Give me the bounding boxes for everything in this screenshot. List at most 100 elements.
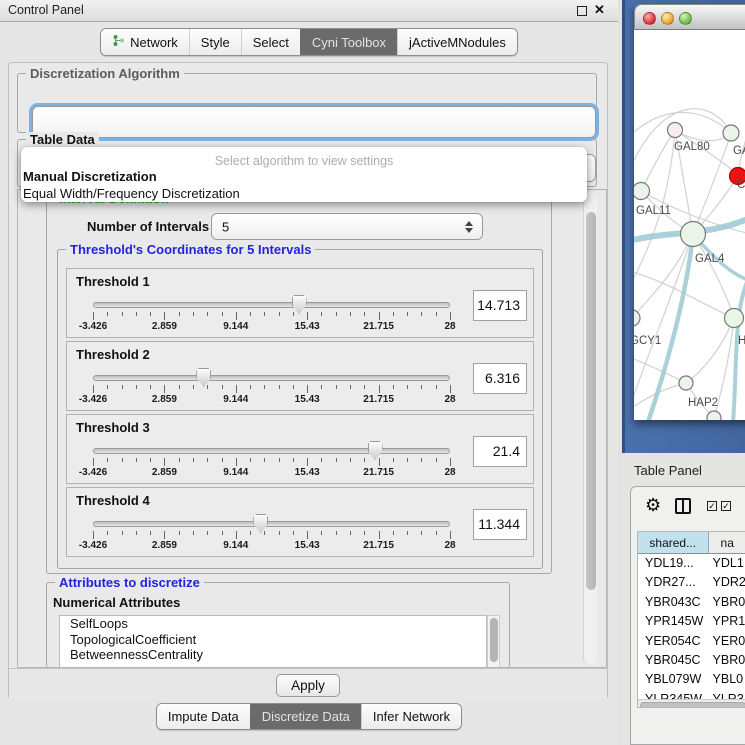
table-cell[interactable]: YPR145W (638, 612, 710, 631)
discretization-algorithm-group-title: Discretization Algorithm (26, 66, 184, 81)
table-cell[interactable]: YBR043C (638, 593, 710, 612)
table-row[interactable]: YBL079WYBL0 (638, 670, 745, 689)
slider-tick-labels: -3.4262.8599.14415.4321.71528 (93, 321, 450, 333)
mac-minimize-button[interactable] (661, 12, 674, 25)
settings-scrollpane: Interval Definition Number of Intervals … (17, 189, 607, 668)
network-node-label: HAP2 (688, 397, 718, 409)
settings-vertical-scrollbar[interactable] (583, 192, 597, 665)
table-row[interactable]: YLR345WYLR3 (638, 690, 745, 699)
tab-label: Cyni Toolbox (312, 35, 386, 50)
slider-track[interactable] (93, 521, 450, 527)
columns-icon[interactable] (675, 498, 691, 514)
network-node[interactable] (679, 376, 693, 390)
table-cell[interactable]: YLR3 (710, 690, 745, 699)
table-cell[interactable]: YBL0 (710, 670, 745, 689)
table-panel-title: Table Panel (634, 463, 702, 478)
tab-discretize-data[interactable]: Discretize Data (250, 704, 361, 729)
table-row[interactable]: YDR27...YDR2 (638, 573, 745, 592)
table-horizontal-scrollbar[interactable] (638, 699, 745, 708)
table-cell[interactable]: YBL079W (638, 670, 710, 689)
network-window-frame: GAL80GACGAL11GAL4GCY1HHAP2 (622, 0, 745, 453)
bottom-tab-bar-wrap: Impute Data Discretize Data Infer Network (0, 703, 618, 730)
tab-impute-data[interactable]: Impute Data (157, 704, 250, 729)
table-column-header-na[interactable]: na (709, 532, 745, 553)
table-cell[interactable]: YDL19... (638, 554, 710, 573)
network-node-label: GA (733, 145, 745, 157)
attribute-item-selfloops[interactable]: SelfLoops (60, 616, 486, 632)
threshold-value-field[interactable]: 11.344 (473, 509, 527, 540)
bottom-tab-bar: Impute Data Discretize Data Infer Network (156, 703, 462, 730)
network-node[interactable] (723, 125, 739, 141)
tab-select[interactable]: Select (241, 29, 300, 55)
tab-label: Infer Network (373, 709, 450, 724)
slider-track[interactable] (93, 302, 450, 308)
table-cell[interactable]: YBR0 (710, 593, 745, 612)
threshold-label: Threshold 3 (76, 420, 150, 435)
threshold-panel-2: Threshold 2-3.4262.8599.14415.4321.71528… (66, 341, 534, 411)
table-cell[interactable]: YER0 (710, 632, 745, 651)
checkbox-icon[interactable]: ✓ (707, 501, 717, 511)
algorithm-option-equal-width-frequency-discretization[interactable]: Equal Width/Frequency Discretization (21, 185, 587, 202)
table-panel-toolbar: ⚙ ✓ ✓ (631, 493, 745, 523)
table-row[interactable]: YDL19...YDL1 (638, 554, 745, 573)
network-canvas[interactable]: GAL80GACGAL11GAL4GCY1HHAP2 (634, 30, 745, 420)
table-row[interactable]: YBR043CYBR0 (638, 593, 745, 612)
network-node[interactable] (634, 183, 650, 200)
threshold-value-field[interactable]: 6.316 (473, 363, 527, 394)
slider-ticks (93, 458, 450, 466)
network-node[interactable] (634, 310, 640, 326)
number-of-intervals-value: 5 (222, 219, 229, 234)
float-window-icon[interactable] (577, 6, 587, 16)
table-row[interactable]: YPR145WYPR1 (638, 612, 745, 631)
mac-zoom-button[interactable] (679, 12, 692, 25)
network-node[interactable] (668, 123, 683, 138)
table-cell[interactable]: YBR045C (638, 651, 710, 670)
table-row[interactable]: YER054CYER0 (638, 632, 745, 651)
threshold-panel-1: Threshold 1 -3.4262.8599.14415.4321.71528… (66, 268, 534, 338)
slider-track[interactable] (93, 375, 450, 381)
table-header: shared...na (638, 532, 745, 554)
control-panel-titlebar: Control Panel ✕ (0, 0, 618, 22)
close-icon[interactable]: ✕ (594, 2, 605, 18)
table-cell[interactable]: YDL1 (710, 554, 745, 573)
gear-icon[interactable]: ⚙ (645, 495, 661, 516)
slider-tick-labels: -3.4262.8599.14415.4321.71528 (93, 467, 450, 479)
numerical-attributes-list[interactable]: SelfLoopsTopologicalCoefficientBetweenne… (59, 615, 487, 668)
checkbox-icon[interactable]: ✓ (721, 501, 731, 511)
network-node[interactable] (725, 309, 744, 328)
tab-cyni-toolbox[interactable]: Cyni Toolbox (300, 29, 397, 55)
network-node-label: C (737, 179, 745, 191)
attributes-list-scrollbar[interactable] (487, 615, 500, 668)
tab-label: jActiveMNodules (409, 35, 506, 50)
table-cell[interactable]: YDR27... (638, 573, 710, 592)
threshold-value-field[interactable]: 14.713 (473, 290, 527, 321)
network-node[interactable] (681, 222, 706, 247)
attribute-item-topologicalcoefficient[interactable]: TopologicalCoefficient (60, 632, 486, 648)
number-of-intervals-combobox[interactable]: 5 (211, 213, 483, 240)
threshold-label: Threshold 1 (76, 274, 150, 289)
network-node[interactable] (707, 411, 721, 420)
tab-jactivemnodules[interactable]: jActiveMNodules (397, 29, 517, 55)
algorithm-option-manual-discretization[interactable]: Manual Discretization (21, 168, 587, 185)
slider-tick-labels: -3.4262.8599.14415.4321.71528 (93, 540, 450, 552)
mac-close-button[interactable] (643, 12, 656, 25)
network-node-label: GAL4 (695, 253, 725, 265)
apply-button[interactable]: Apply (276, 674, 340, 697)
slider-track[interactable] (93, 448, 450, 454)
threshold-value-field[interactable]: 21.4 (473, 436, 527, 467)
table-cell[interactable]: YPR1 (710, 612, 745, 631)
tab-label: Impute Data (168, 709, 239, 724)
table-cell[interactable]: YDR2 (710, 573, 745, 592)
algorithm-combobox[interactable] (32, 106, 596, 138)
attribute-item-betweennesscentrality[interactable]: BetweennessCentrality (60, 647, 486, 663)
table-column-header-shared-[interactable]: shared... (638, 532, 709, 553)
table-row[interactable]: YBR045CYBR0 (638, 651, 745, 670)
table-cell[interactable]: YER054C (638, 632, 710, 651)
tab-network[interactable]: Network (101, 29, 189, 55)
network-window-titlebar (634, 4, 745, 30)
table-cell[interactable]: YLR345W (638, 690, 710, 699)
right-column: GAL80GACGAL11GAL4GCY1HHAP2 Table Panel ⚙… (622, 0, 745, 745)
table-cell[interactable]: YBR0 (710, 651, 745, 670)
tab-infer-network[interactable]: Infer Network (361, 704, 461, 729)
tab-style[interactable]: Style (189, 29, 241, 55)
